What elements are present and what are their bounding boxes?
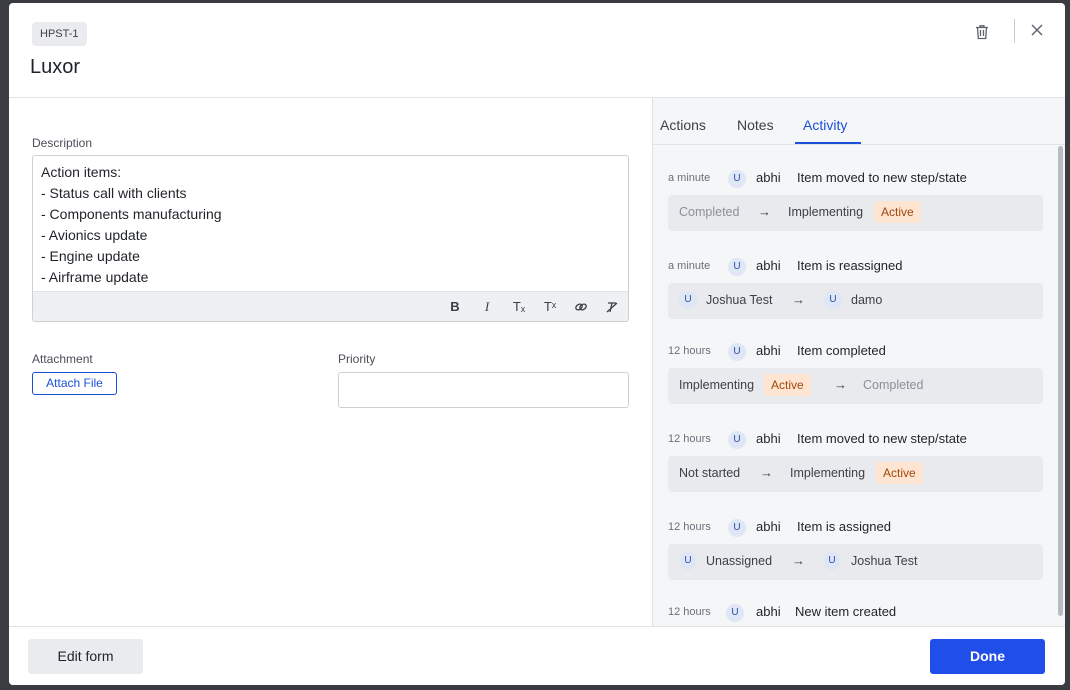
description-editor[interactable]: Action items: - Status call with clients…	[32, 155, 629, 322]
tab-actions[interactable]: Actions	[660, 117, 706, 133]
activity-user: abhi	[756, 431, 781, 446]
to-state: Completed	[863, 378, 924, 392]
status-badge: Active	[764, 374, 811, 396]
edit-form-button[interactable]: Edit form	[28, 639, 143, 674]
activity-time: 12 hours	[668, 521, 711, 533]
attach-file-button[interactable]: Attach File	[32, 372, 117, 395]
activity-text: New item created	[795, 604, 897, 619]
to-user: damo	[851, 293, 883, 307]
priority-label: Priority	[338, 352, 376, 366]
arrow-right-icon: →	[792, 292, 805, 307]
activity-change: U Unassigned → U Joshua Test	[668, 544, 1043, 580]
description-line: Action items:	[41, 164, 122, 180]
activity-text: Item completed	[797, 343, 886, 358]
attachment-label: Attachment	[32, 352, 93, 366]
description-label: Description	[32, 136, 93, 150]
bold-icon[interactable]: B	[446, 298, 464, 316]
from-state: Not started	[679, 466, 741, 480]
clear-format-icon[interactable]	[603, 298, 621, 316]
description-line: - Engine update	[41, 248, 140, 264]
activity-change: Implementing Active → Completed	[668, 368, 1043, 404]
activity-user: abhi	[756, 519, 781, 534]
activity-panel: Actions Notes Activity a minute U abhi I…	[652, 98, 1065, 626]
from-user: Unassigned	[706, 554, 773, 568]
avatar: U	[726, 604, 744, 622]
from-state: Implementing	[679, 378, 755, 392]
activity-time: 12 hours	[668, 345, 711, 357]
status-badge: Active	[874, 201, 921, 223]
trash-icon[interactable]	[972, 22, 992, 42]
activity-text: Item is assigned	[797, 519, 891, 534]
activity-user: abhi	[756, 258, 781, 273]
superscript-icon[interactable]: Tˣ	[541, 298, 559, 316]
tab-notes[interactable]: Notes	[737, 117, 774, 133]
avatar: U	[728, 170, 746, 188]
arrow-right-icon: →	[758, 204, 771, 219]
activity-user: abhi	[756, 604, 781, 619]
modal-header: HPST-1 Luxor	[9, 3, 1065, 98]
avatar: U	[728, 519, 746, 537]
avatar: U	[823, 552, 841, 570]
from-state: Completed	[679, 205, 740, 219]
status-badge: Active	[876, 462, 923, 484]
arrow-right-icon: →	[792, 553, 805, 568]
subscript-icon[interactable]: Tₓ	[510, 298, 528, 316]
description-line: - Components manufacturing	[41, 206, 222, 222]
avatar: U	[728, 343, 746, 361]
avatar: U	[679, 291, 697, 309]
done-button[interactable]: Done	[930, 639, 1045, 674]
avatar: U	[728, 431, 746, 449]
activity-time: a minute	[668, 172, 711, 184]
tab-activity[interactable]: Activity	[803, 117, 847, 133]
avatar: U	[679, 552, 697, 570]
description-line: - Airframe update	[41, 269, 149, 285]
activity-user: abhi	[756, 170, 781, 185]
arrow-right-icon: →	[834, 377, 847, 392]
from-user: Joshua Test	[706, 293, 773, 307]
activity-feed: a minute U abhi Item moved to new step/s…	[653, 146, 1057, 626]
item-key-badge: HPST-1	[32, 22, 87, 46]
italic-icon[interactable]: I	[478, 298, 496, 316]
item-title: Luxor	[30, 56, 81, 78]
activity-change: Completed → Implementing Active	[668, 195, 1043, 231]
description-text[interactable]: Action items: - Status call with clients…	[33, 156, 628, 291]
avatar: U	[824, 291, 842, 309]
activity-user: abhi	[756, 343, 781, 358]
form-panel: Description Action items: - Status call …	[9, 98, 652, 626]
activity-time: 12 hours	[668, 433, 711, 445]
avatar: U	[728, 258, 746, 276]
to-user: Joshua Test	[851, 554, 918, 568]
activity-text: Item is reassigned	[797, 258, 903, 273]
priority-field[interactable]	[338, 372, 629, 408]
arrow-right-icon: →	[760, 465, 773, 480]
activity-time: 12 hours	[668, 606, 711, 618]
activity-change: Not started → Implementing Active	[668, 456, 1043, 492]
description-line: - Avionics update	[41, 227, 148, 243]
header-divider	[1014, 19, 1015, 43]
active-tab-indicator	[795, 142, 861, 144]
close-icon[interactable]	[1029, 22, 1045, 38]
activity-change: U Joshua Test → U damo	[668, 283, 1043, 319]
item-modal: HPST-1 Luxor Description Action items: -…	[9, 3, 1065, 685]
editor-toolbar: B I Tₓ Tˣ	[33, 291, 628, 321]
activity-time: a minute	[668, 260, 711, 272]
activity-scrollbar[interactable]	[1058, 146, 1063, 616]
activity-text: Item moved to new step/state	[797, 431, 967, 446]
activity-text: Item moved to new step/state	[797, 170, 967, 185]
link-icon[interactable]	[572, 298, 590, 316]
to-state: Implementing	[790, 466, 866, 480]
side-tabs: Actions Notes Activity	[653, 98, 1065, 145]
description-line: - Status call with clients	[41, 185, 187, 201]
modal-footer: Edit form Done	[9, 626, 1065, 685]
to-state: Implementing	[788, 205, 864, 219]
